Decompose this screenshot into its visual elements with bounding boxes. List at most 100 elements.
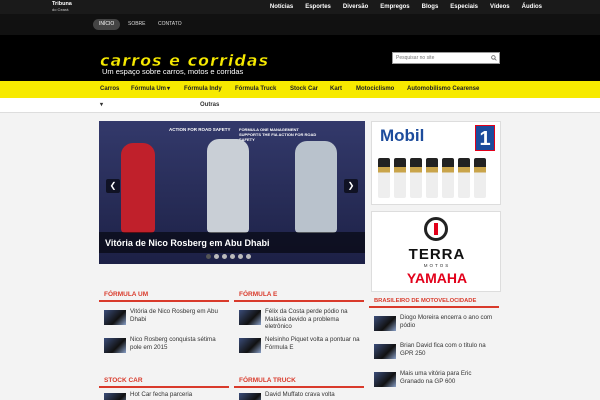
network-link-diversao[interactable]: Diversão [337,0,374,14]
mobil-logo: Mobil [380,126,425,145]
category-nav: Carros Fórmula Um ▾ Fórmula Indy Fórmula… [0,81,600,98]
tribuna-logo[interactable]: Tribuna do Ceará [52,1,72,12]
chevron-left-icon[interactable]: ❮ [106,179,120,193]
network-link-videos[interactable]: Vídeos [484,0,516,14]
slide-dot[interactable] [214,254,219,259]
article-title[interactable]: Nelsinho Piquet volta a pontuar na Fórmu… [265,336,361,351]
nav-automobilismo-cearense[interactable]: Automobilismo Cearense [407,81,479,98]
nav-carros[interactable]: Carros [100,81,119,98]
slide-caption[interactable]: Vitória de Nico Rosberg em Abu Dhabi [105,238,270,248]
chevron-right-icon[interactable]: ❯ [344,179,358,193]
network-nav: Notícias Esportes Diversão Empregos Blog… [264,0,548,14]
section-title[interactable]: STOCK CAR [99,376,229,388]
article-thumbnail[interactable] [104,338,126,353]
site-tagline: Um espaço sobre carros, motos e corridas [102,67,244,76]
article-thumbnail[interactable] [239,310,261,325]
section-motovelocidade: BRASILEIRO DE MOTOVELOCIDADE Diogo Morei… [369,296,499,392]
article-title[interactable]: David Muffato crava volta [265,391,361,399]
section-title[interactable]: FÓRMULA TRUCK [234,376,364,388]
article-title[interactable]: Brian David fica com o título na GPR 250 [400,342,496,357]
oil-bottle [458,158,470,198]
nav-formula-um[interactable]: Fórmula Um [131,81,166,98]
terra-logo-icon [424,217,448,241]
section-formula-e: FÓRMULA E Félix da Costa perde pódio na … [234,290,364,358]
nav-motociclismo[interactable]: Motociclismo [356,81,394,98]
network-link-esportes[interactable]: Esportes [299,0,337,14]
list-item[interactable]: David Muffato crava volta [234,391,364,400]
slide-dot[interactable] [222,254,227,259]
section-formula-um: FÓRMULA UM Vitória de Nico Rosberg em Ab… [99,290,229,358]
article-thumbnail[interactable] [239,393,261,400]
network-link-audios[interactable]: Áudios [516,0,548,14]
more-nav: Outras ▾ [0,98,600,113]
nav-outras[interactable]: Outras ▾ [100,98,219,113]
list-item[interactable]: Nelsinho Piquet volta a pontuar na Fórmu… [234,336,364,358]
terra-brand: TERRA [408,246,466,263]
oil-bottle [442,158,454,198]
section-title[interactable]: BRASILEIRO DE MOTOVELOCIDADE [369,296,499,308]
yamaha-brand: YAMAHA [406,270,468,286]
section-title[interactable]: FÓRMULA E [234,290,364,302]
list-item[interactable]: Hot Car fecha parceria [99,391,229,400]
list-item[interactable]: Mais uma vitória para Eric Granado na GP… [369,370,499,392]
slide-dot[interactable] [238,254,243,259]
article-title[interactable]: Félix da Costa perde pódio na Malásia de… [265,308,361,331]
nav-formula-indy[interactable]: Fórmula Indy [184,81,222,98]
list-item[interactable]: Félix da Costa perde pódio na Malásia de… [234,308,364,330]
article-thumbnail[interactable] [374,344,396,359]
slide-pagination [206,254,251,259]
article-title[interactable]: Nico Rosberg conquista sétima pole em 20… [130,336,226,351]
oil-bottle [378,158,390,198]
list-item[interactable]: Diogo Moreira encerra o ano com pódio [369,314,499,336]
nav-stock-car[interactable]: Stock Car [290,81,318,98]
article-thumbnail[interactable] [374,372,396,387]
terra-yamaha-ad[interactable]: TERRA MOTOS YAMAHA [371,211,501,292]
oil-bottle [410,158,422,198]
slide-dot[interactable] [230,254,235,259]
logo-subtext: do Ceará [52,7,69,12]
list-item[interactable]: Brian David fica com o título na GPR 250 [369,342,499,364]
driver-figure [295,141,337,233]
article-thumbnail[interactable] [239,338,261,353]
slide-dot[interactable] [206,254,211,259]
site-header [0,35,600,81]
list-item[interactable]: Nico Rosberg conquista sétima pole em 20… [99,336,229,358]
network-link-noticias[interactable]: Notícias [264,0,299,14]
subnav-contato[interactable]: CONTATO [152,19,188,30]
list-item[interactable]: Vitória de Nico Rosberg em Abu Dhabi [99,308,229,330]
article-thumbnail[interactable] [104,310,126,325]
nav-outras-label: Outras [200,102,220,108]
slide-dot[interactable] [246,254,251,259]
article-thumbnail[interactable] [104,393,126,400]
nav-kart[interactable]: Kart [330,81,342,98]
search-icon[interactable] [491,55,497,61]
article-title[interactable]: Vitória de Nico Rosberg em Abu Dhabi [130,308,226,323]
search-box [392,52,500,64]
network-link-empregos[interactable]: Empregos [374,0,415,14]
mobil-ad[interactable]: Mobil 1 [371,121,501,205]
driver-figure [207,139,249,233]
search-input[interactable] [393,53,489,63]
mobil-one-badge: 1 [475,125,495,151]
network-link-blogs[interactable]: Blogs [416,0,445,14]
article-title[interactable]: Hot Car fecha parceria [130,391,226,399]
slide-banner-text-2: FORMULA ONE MANAGEMENT SUPPORTS THE FIA … [239,127,317,142]
section-title[interactable]: FÓRMULA UM [99,290,229,302]
network-link-especiais[interactable]: Especiais [444,0,484,14]
article-title[interactable]: Diogo Moreira encerra o ano com pódio [400,314,496,329]
oil-bottle [394,158,406,198]
oil-bottle [426,158,438,198]
network-topbar: Tribuna do Ceará Notícias Esportes Diver… [0,0,600,14]
article-thumbnail[interactable] [374,316,396,331]
terra-sub: MOTOS [423,263,451,268]
slide-banner-text: ACTION FOR ROAD SAFETY [169,127,231,132]
section-formula-truck: FÓRMULA TRUCK David Muffato crava volta [234,376,364,400]
blog-subnav: INÍCIO SOBRE CONTATO [0,14,600,35]
chevron-down-icon[interactable]: ▾ [167,81,170,98]
subnav-sobre[interactable]: SOBRE [122,19,152,30]
featured-slider[interactable]: ACTION FOR ROAD SAFETY FORMULA ONE MANAG… [99,121,365,264]
article-title[interactable]: Mais uma vitória para Eric Granado na GP… [400,370,496,385]
driver-figure [121,143,155,233]
subnav-inicio[interactable]: INÍCIO [93,19,121,30]
nav-formula-truck[interactable]: Fórmula Truck [235,81,276,98]
